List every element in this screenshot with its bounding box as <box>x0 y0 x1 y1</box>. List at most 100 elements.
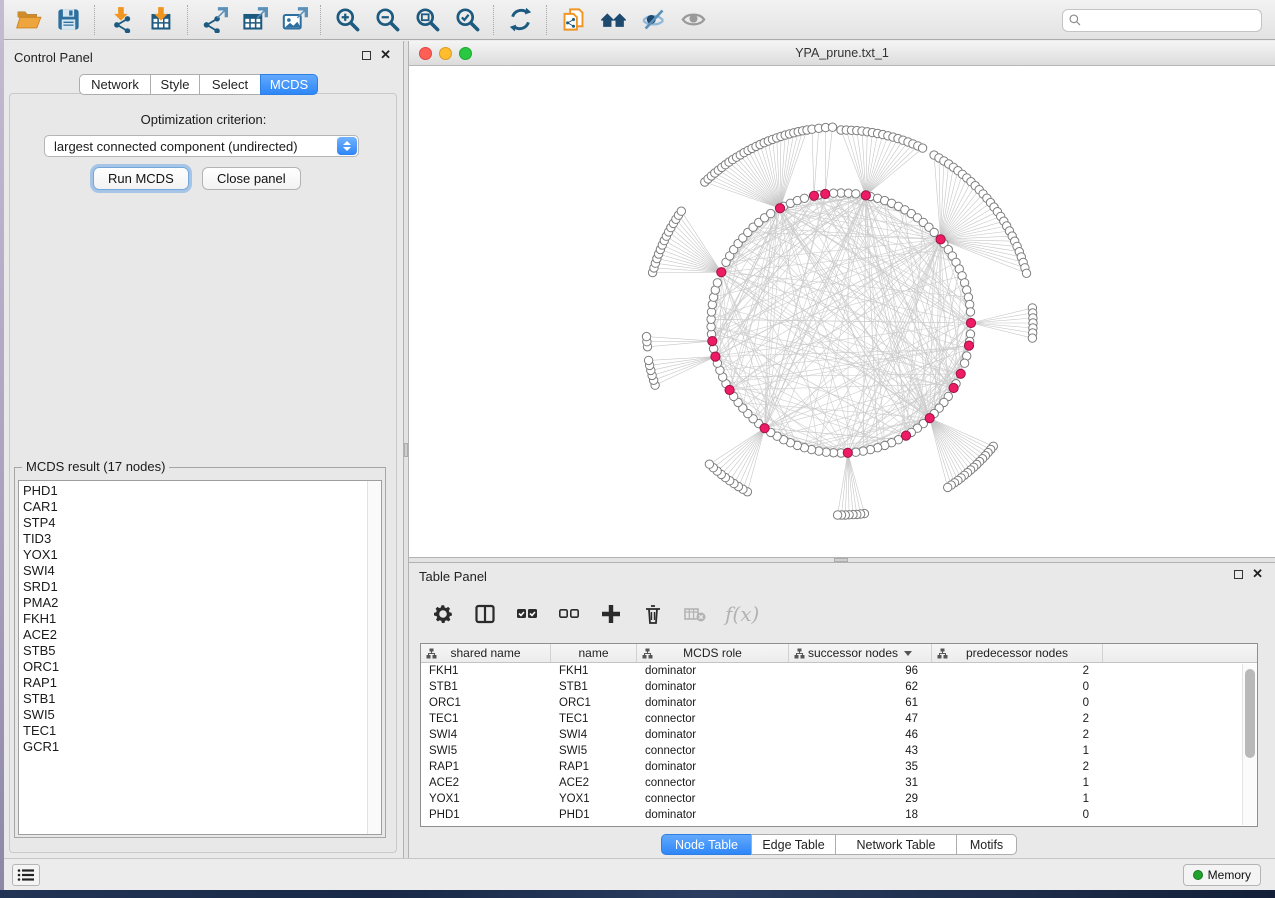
mcds-result-item[interactable]: TEC1 <box>19 723 367 739</box>
cell[interactable]: SWI5 <box>421 743 551 759</box>
cell[interactable]: 2 <box>932 663 1103 679</box>
cell[interactable]: 2 <box>932 711 1103 727</box>
cell[interactable]: YOX1 <box>421 791 551 807</box>
cell[interactable]: ORC1 <box>421 695 551 711</box>
mcds-result-item[interactable]: STB5 <box>19 643 367 659</box>
table-row-ACE2[interactable]: ACE2ACE2connector311 <box>421 775 1257 791</box>
cell[interactable]: 46 <box>789 727 932 743</box>
open-file-button[interactable] <box>8 3 48 37</box>
mcds-result-item[interactable]: ORC1 <box>19 659 367 675</box>
clone-network-button[interactable] <box>553 3 593 37</box>
table-row-TEC1[interactable]: TEC1TEC1connector472 <box>421 711 1257 727</box>
cell[interactable]: 0 <box>932 679 1103 695</box>
cell[interactable]: 96 <box>789 663 932 679</box>
scrollbar-thumb[interactable] <box>1245 669 1255 758</box>
import-table-button[interactable] <box>141 3 181 37</box>
search-input[interactable] <box>1062 9 1262 32</box>
cell[interactable]: FKH1 <box>421 663 551 679</box>
cell[interactable]: dominator <box>637 695 789 711</box>
cell[interactable]: STB1 <box>551 679 637 695</box>
mcds-list-scrollbar[interactable] <box>367 481 381 834</box>
mcds-result-item[interactable]: SWI4 <box>19 563 367 579</box>
cell[interactable]: dominator <box>637 807 789 823</box>
add-column-button[interactable] <box>599 599 623 629</box>
cell[interactable]: connector <box>637 711 789 727</box>
cell[interactable]: ACE2 <box>551 775 637 791</box>
cell[interactable]: 62 <box>789 679 932 695</box>
column-header-predecessor-nodes[interactable]: predecessor nodes <box>932 644 1103 662</box>
deselect-all-rows-button[interactable] <box>557 599 581 629</box>
column-header-MCDS-role[interactable]: MCDS role <box>637 644 789 662</box>
import-network-button[interactable] <box>101 3 141 37</box>
save-session-button[interactable] <box>48 3 88 37</box>
cell[interactable]: dominator <box>637 663 789 679</box>
memory-button[interactable]: Memory <box>1183 864 1261 886</box>
mcds-result-item[interactable]: YOX1 <box>19 547 367 563</box>
cell[interactable]: 2 <box>932 759 1103 775</box>
horizontal-splitter-grip[interactable] <box>834 558 848 562</box>
mcds-result-item[interactable]: STB1 <box>19 691 367 707</box>
float-panel-icon[interactable] <box>362 51 371 60</box>
cell[interactable]: ACE2 <box>421 775 551 791</box>
cell[interactable]: dominator <box>637 727 789 743</box>
cell[interactable]: 1 <box>932 791 1103 807</box>
cell[interactable]: 0 <box>932 807 1103 823</box>
cell[interactable]: connector <box>637 743 789 759</box>
table-settings-button[interactable] <box>431 599 455 629</box>
cell[interactable]: connector <box>637 775 789 791</box>
tab-network-table[interactable]: Network Table <box>835 834 957 855</box>
mcds-result-item[interactable]: RAP1 <box>19 675 367 691</box>
table-row-RAP1[interactable]: RAP1RAP1dominator352 <box>421 759 1257 775</box>
cell[interactable]: SWI4 <box>421 727 551 743</box>
column-header-shared-name[interactable]: shared name <box>421 644 551 662</box>
cell[interactable]: 43 <box>789 743 932 759</box>
tab-style[interactable]: Style <box>150 74 200 95</box>
cell[interactable]: STB1 <box>421 679 551 695</box>
tab-motifs[interactable]: Motifs <box>956 834 1017 855</box>
cell[interactable]: SWI5 <box>551 743 637 759</box>
hide-graphics-details-button[interactable] <box>633 3 673 37</box>
mcds-result-item[interactable]: SWI5 <box>19 707 367 723</box>
cell[interactable]: 0 <box>932 695 1103 711</box>
cell[interactable]: SWI4 <box>551 727 637 743</box>
cell[interactable]: 1 <box>932 775 1103 791</box>
zoom-selected-button[interactable] <box>447 3 487 37</box>
vertical-splitter-grip[interactable] <box>404 443 408 457</box>
export-table-button[interactable] <box>234 3 274 37</box>
cell[interactable]: connector <box>637 791 789 807</box>
cell[interactable]: 2 <box>932 727 1103 743</box>
tab-node-table[interactable]: Node Table <box>661 834 752 855</box>
table-row-ORC1[interactable]: ORC1ORC1dominator610 <box>421 695 1257 711</box>
cell[interactable]: ORC1 <box>551 695 637 711</box>
export-network-button[interactable] <box>194 3 234 37</box>
column-header-successor-nodes[interactable]: successor nodes <box>789 644 932 662</box>
home-button[interactable] <box>593 3 633 37</box>
cell[interactable]: 31 <box>789 775 932 791</box>
cell[interactable]: PHD1 <box>421 807 551 823</box>
cell[interactable]: 47 <box>789 711 932 727</box>
refresh-layout-button[interactable] <box>500 3 540 37</box>
panel-list-button[interactable] <box>12 864 40 886</box>
column-header-name[interactable]: name <box>551 644 637 662</box>
cell[interactable]: dominator <box>637 759 789 775</box>
cell[interactable]: TEC1 <box>551 711 637 727</box>
cell[interactable]: YOX1 <box>551 791 637 807</box>
zoom-in-button[interactable] <box>327 3 367 37</box>
zoom-out-button[interactable] <box>367 3 407 37</box>
table-row-STB1[interactable]: STB1STB1dominator620 <box>421 679 1257 695</box>
float-table-panel-icon[interactable] <box>1234 570 1243 579</box>
show-columns-button[interactable] <box>473 599 497 629</box>
close-panel-button[interactable]: Close panel <box>202 167 301 190</box>
cell[interactable]: 35 <box>789 759 932 775</box>
delete-column-button[interactable] <box>641 599 665 629</box>
function-builder-button[interactable]: f(x) <box>725 602 759 626</box>
cell[interactable]: RAP1 <box>551 759 637 775</box>
close-panel-icon[interactable]: ✕ <box>380 50 391 60</box>
close-table-panel-icon[interactable]: ✕ <box>1252 569 1263 579</box>
table-row-PHD1[interactable]: PHD1PHD1dominator180 <box>421 807 1257 823</box>
mcds-result-item[interactable]: SRD1 <box>19 579 367 595</box>
optimization-criterion-select[interactable]: largest connected component (undirected) <box>44 135 359 157</box>
cell[interactable]: RAP1 <box>421 759 551 775</box>
export-image-button[interactable] <box>274 3 314 37</box>
tab-select[interactable]: Select <box>199 74 261 95</box>
